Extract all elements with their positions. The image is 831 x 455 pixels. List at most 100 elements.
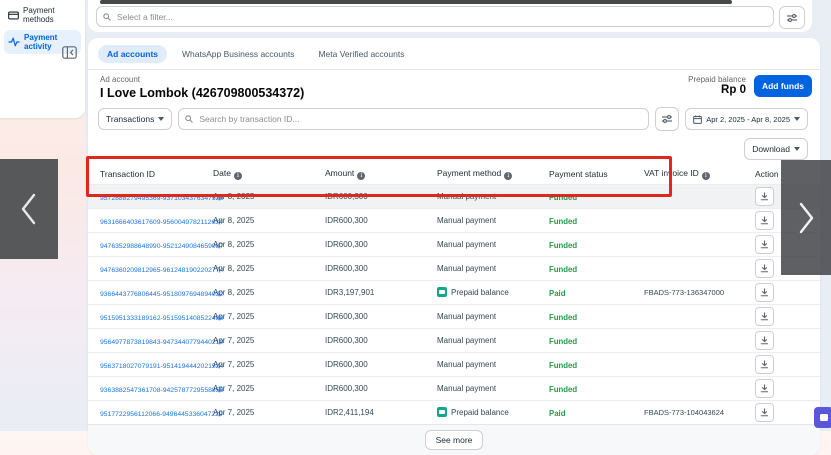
transaction-id-link[interactable]: 9563718027079191-9514194442021524 bbox=[100, 363, 229, 370]
sliders-icon bbox=[661, 114, 673, 124]
transaction-id-link[interactable]: 9515951333189162-9515951408522488 bbox=[100, 315, 229, 322]
prepaid-balance-label: Prepaid balance bbox=[688, 75, 746, 84]
info-icon[interactable] bbox=[357, 172, 365, 180]
sliders-icon bbox=[786, 13, 798, 23]
transaction-id-link[interactable]: 9363882547361708-9425787729558855 bbox=[100, 387, 229, 394]
download-dropdown-label: Download bbox=[752, 144, 790, 154]
download-receipt-button[interactable] bbox=[755, 187, 774, 206]
transaction-amount: IDR600,300 bbox=[325, 360, 437, 369]
sidebar-collapse-icon[interactable] bbox=[62, 46, 78, 60]
table-row[interactable]: 9515951333189162-9515951408522488 Apr 7,… bbox=[88, 304, 820, 328]
transaction-amount: IDR600,300 bbox=[325, 240, 437, 249]
payment-method-cell: Manual payment bbox=[437, 192, 549, 201]
info-icon[interactable] bbox=[504, 172, 512, 180]
payment-method-cell: Manual payment bbox=[437, 384, 549, 393]
transaction-amount: IDR600,300 bbox=[325, 312, 437, 321]
filter-sliders-button[interactable] bbox=[779, 6, 805, 29]
download-receipt-button[interactable] bbox=[755, 355, 774, 374]
transaction-amount: IDR600,300 bbox=[325, 336, 437, 345]
transaction-amount: IDR600,300 bbox=[325, 216, 437, 225]
chevron-down-icon bbox=[158, 117, 164, 121]
date-range-label: Apr 2, 2025 - Apr 8, 2025 bbox=[706, 115, 790, 124]
transactions-dropdown[interactable]: Transactions bbox=[98, 108, 172, 130]
download-receipt-button[interactable] bbox=[755, 283, 774, 302]
tab-whatsapp-business-accounts[interactable]: WhatsApp Business accounts bbox=[173, 45, 303, 63]
sidebar-item-payment-methods[interactable]: Payment methods bbox=[4, 3, 81, 27]
transaction-id-link[interactable]: 9476352988648990-9521249084659087 bbox=[100, 243, 229, 250]
payment-method-label: Manual payment bbox=[437, 336, 496, 345]
download-dropdown[interactable]: Download bbox=[744, 138, 808, 160]
carousel-next-button[interactable] bbox=[781, 160, 831, 275]
payment-method-label: Manual payment bbox=[437, 312, 496, 321]
table-filter-button[interactable] bbox=[655, 107, 679, 131]
download-receipt-button[interactable] bbox=[755, 235, 774, 254]
payment-method-cell: Manual payment bbox=[437, 240, 549, 249]
credit-card-icon bbox=[8, 11, 19, 20]
payment-method-cell: Manual payment bbox=[437, 216, 549, 225]
column-header[interactable]: Payment method bbox=[437, 168, 549, 180]
download-receipt-button[interactable] bbox=[755, 379, 774, 398]
search-icon bbox=[103, 13, 111, 21]
table-row[interactable]: 9366443776806445-9518097694894032 Apr 8,… bbox=[88, 280, 820, 304]
table-row[interactable]: 9631666403617609-9560049782112634 Apr 8,… bbox=[88, 208, 820, 232]
tab-ad-accounts[interactable]: Ad accounts bbox=[98, 45, 167, 63]
add-funds-button[interactable]: Add funds bbox=[754, 75, 812, 97]
download-receipt-button[interactable] bbox=[755, 403, 774, 422]
download-icon bbox=[760, 216, 769, 225]
transaction-id-link[interactable]: 9517722956112066-9496445336047229 bbox=[100, 411, 229, 418]
account-type-tabs: Ad accounts WhatsApp Business accounts M… bbox=[88, 38, 820, 70]
prepaid-balance-icon bbox=[437, 287, 447, 297]
download-receipt-button[interactable] bbox=[755, 211, 774, 230]
payment-method-label: Manual payment bbox=[437, 264, 496, 273]
transaction-date: Apr 7, 2025 bbox=[213, 336, 325, 345]
payment-status-badge: Funded bbox=[549, 313, 577, 322]
table-row[interactable]: 9476352988648990-9521249084659087 Apr 8,… bbox=[88, 232, 820, 256]
payment-status-badge: Funded bbox=[549, 193, 577, 202]
transaction-id-link[interactable]: 9631666403617609-9560049782112634 bbox=[100, 219, 229, 226]
carousel-prev-button[interactable] bbox=[0, 159, 58, 259]
download-icon bbox=[760, 336, 769, 345]
payment-method-label: Prepaid balance bbox=[451, 288, 509, 297]
payment-method-cell: Prepaid balance bbox=[437, 407, 549, 417]
download-receipt-button[interactable] bbox=[755, 331, 774, 350]
table-row[interactable]: 9363882547361708-9425787729558855 Apr 7,… bbox=[88, 376, 820, 400]
info-icon[interactable] bbox=[234, 172, 242, 180]
payment-status-badge: Funded bbox=[549, 361, 577, 370]
filter-search-box[interactable] bbox=[96, 6, 774, 27]
transaction-id-link[interactable]: 9476360209812965-9612481902202774 bbox=[100, 267, 229, 274]
column-header[interactable]: Date bbox=[213, 168, 325, 180]
transaction-date: Apr 8, 2025 bbox=[213, 288, 325, 297]
transaction-id-link[interactable]: 9572888279495369-9371034376347525 bbox=[100, 195, 229, 202]
download-icon bbox=[760, 264, 769, 273]
tab-meta-verified-accounts[interactable]: Meta Verified accounts bbox=[309, 45, 413, 63]
column-header[interactable]: Amount bbox=[325, 168, 437, 180]
transaction-search-input[interactable] bbox=[197, 113, 642, 125]
table-row[interactable]: 9563718027079191-9514194442021524 Apr 7,… bbox=[88, 352, 820, 376]
date-range-picker[interactable]: Apr 2, 2025 - Apr 8, 2025 bbox=[685, 108, 808, 130]
table-row[interactable]: 9476360209812965-9612481902202774 Apr 8,… bbox=[88, 256, 820, 280]
search-icon bbox=[185, 115, 193, 123]
download-receipt-button[interactable] bbox=[755, 259, 774, 278]
payment-status-badge: Funded bbox=[549, 337, 577, 346]
payment-status-badge: Funded bbox=[549, 265, 577, 274]
info-icon[interactable] bbox=[702, 172, 710, 180]
transaction-amount: IDR3,197,901 bbox=[325, 288, 437, 297]
transaction-id-link[interactable]: 9366443776806445-9518097694894032 bbox=[100, 291, 229, 298]
column-header[interactable]: VAT invoice ID bbox=[644, 168, 755, 180]
download-receipt-button[interactable] bbox=[755, 307, 774, 326]
transaction-search-box[interactable] bbox=[178, 108, 649, 130]
table-row[interactable]: 9517722956112066-9496445336047229 Apr 7,… bbox=[88, 400, 820, 424]
download-icon bbox=[760, 192, 769, 201]
payment-method-cell: Manual payment bbox=[437, 336, 549, 345]
see-more-button[interactable]: See more bbox=[425, 430, 484, 450]
transaction-id-link[interactable]: 9564977873819843-9473440779440219 bbox=[100, 339, 229, 346]
column-header[interactable]: Transaction ID bbox=[100, 169, 213, 179]
table-row[interactable]: 9572888279495369-9371034376347525 Apr 8,… bbox=[88, 184, 820, 208]
transaction-date: Apr 8, 2025 bbox=[213, 216, 325, 225]
see-more-band: See more bbox=[88, 424, 820, 455]
column-header[interactable]: Payment status bbox=[549, 169, 644, 179]
table-row[interactable]: 9564977873819843-9473440779440219 Apr 7,… bbox=[88, 328, 820, 352]
chat-widget-button[interactable] bbox=[814, 407, 831, 428]
filter-search-input[interactable] bbox=[115, 11, 767, 23]
payment-method-label: Manual payment bbox=[437, 360, 496, 369]
